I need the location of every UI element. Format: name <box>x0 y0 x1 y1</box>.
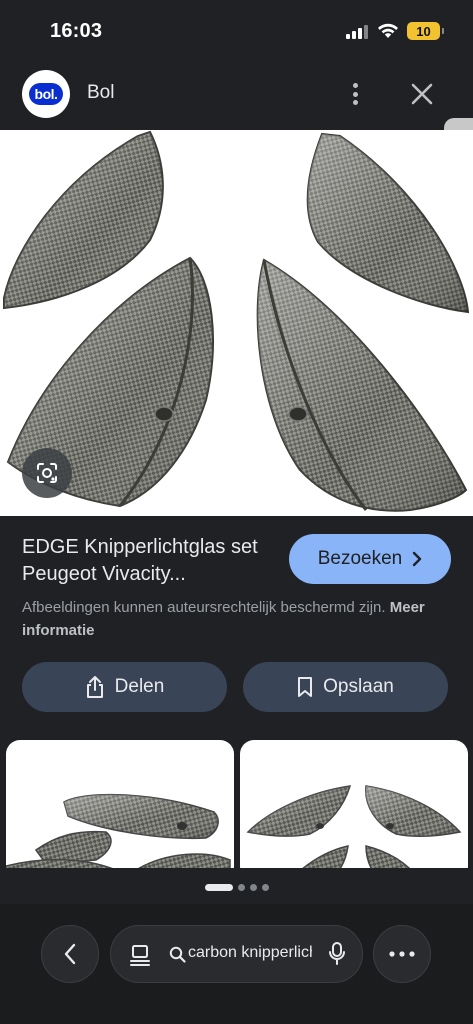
logo-text: bol. <box>29 83 63 105</box>
wifi-icon <box>378 23 398 38</box>
signal-icon <box>346 25 368 39</box>
share-button[interactable]: Delen <box>22 662 227 712</box>
battery-level: 10 <box>416 23 431 39</box>
related-image-1[interactable] <box>6 740 234 868</box>
visit-button[interactable]: Bezoeken <box>289 534 451 584</box>
google-lens-icon <box>37 463 57 483</box>
tabs-icon <box>130 945 150 966</box>
back-button[interactable] <box>41 925 99 983</box>
chevron-right-icon <box>413 551 422 567</box>
product-title[interactable]: EDGE Knipperlichtglas set Peugeot Vivaci… <box>22 534 272 588</box>
site-logo[interactable]: bol. <box>22 70 70 118</box>
copyright-text: Afbeeldingen kunnen auteursrechtelijk be… <box>22 599 386 616</box>
bottom-toolbar: carbon knipperlichtglas <box>0 904 473 1024</box>
more-menu-button[interactable] <box>373 925 431 983</box>
search-query[interactable]: carbon knipperlichtglas <box>188 944 312 962</box>
related-image-2[interactable] <box>240 740 468 868</box>
google-lens-button[interactable] <box>22 448 72 498</box>
status-bar: 16:03 10 <box>0 0 473 62</box>
visit-label: Bezoeken <box>317 548 403 569</box>
bookmark-icon <box>298 677 313 697</box>
lens-top-left <box>3 130 164 310</box>
close-icon[interactable] <box>408 80 436 108</box>
source-header: bol. Bol <box>0 62 473 236</box>
battery-icon: 10 <box>407 22 444 40</box>
related-image-illustration <box>246 785 462 868</box>
share-icon <box>86 676 103 698</box>
related-images <box>0 740 473 868</box>
pager-dot[interactable] <box>249 883 257 891</box>
mic-icon[interactable] <box>328 941 346 967</box>
search-icon <box>169 946 186 963</box>
pager-dot[interactable] <box>261 883 269 891</box>
site-name[interactable]: Bol <box>87 82 114 104</box>
more-vert-icon[interactable] <box>345 80 365 108</box>
related-image-illustration <box>6 793 231 868</box>
pager-dot[interactable] <box>204 883 233 891</box>
share-label: Delen <box>114 676 165 697</box>
save-label: Opslaan <box>323 676 394 697</box>
search-bar[interactable]: carbon knipperlichtglas <box>110 925 363 983</box>
save-button[interactable]: Opslaan <box>243 662 448 712</box>
main-product-image[interactable] <box>0 130 473 516</box>
lens-top-right <box>306 132 470 314</box>
chevron-left-icon <box>64 943 76 965</box>
pager-dot[interactable] <box>237 883 245 891</box>
status-time: 16:03 <box>50 20 103 42</box>
carousel-pager <box>0 882 473 892</box>
product-image-illustration <box>3 130 470 512</box>
more-horiz-icon <box>389 951 415 957</box>
product-info: EDGE Knipperlichtglas set Peugeot Vivaci… <box>0 516 473 746</box>
copyright-notice: Afbeeldingen kunnen auteursrechtelijk be… <box>22 596 442 642</box>
